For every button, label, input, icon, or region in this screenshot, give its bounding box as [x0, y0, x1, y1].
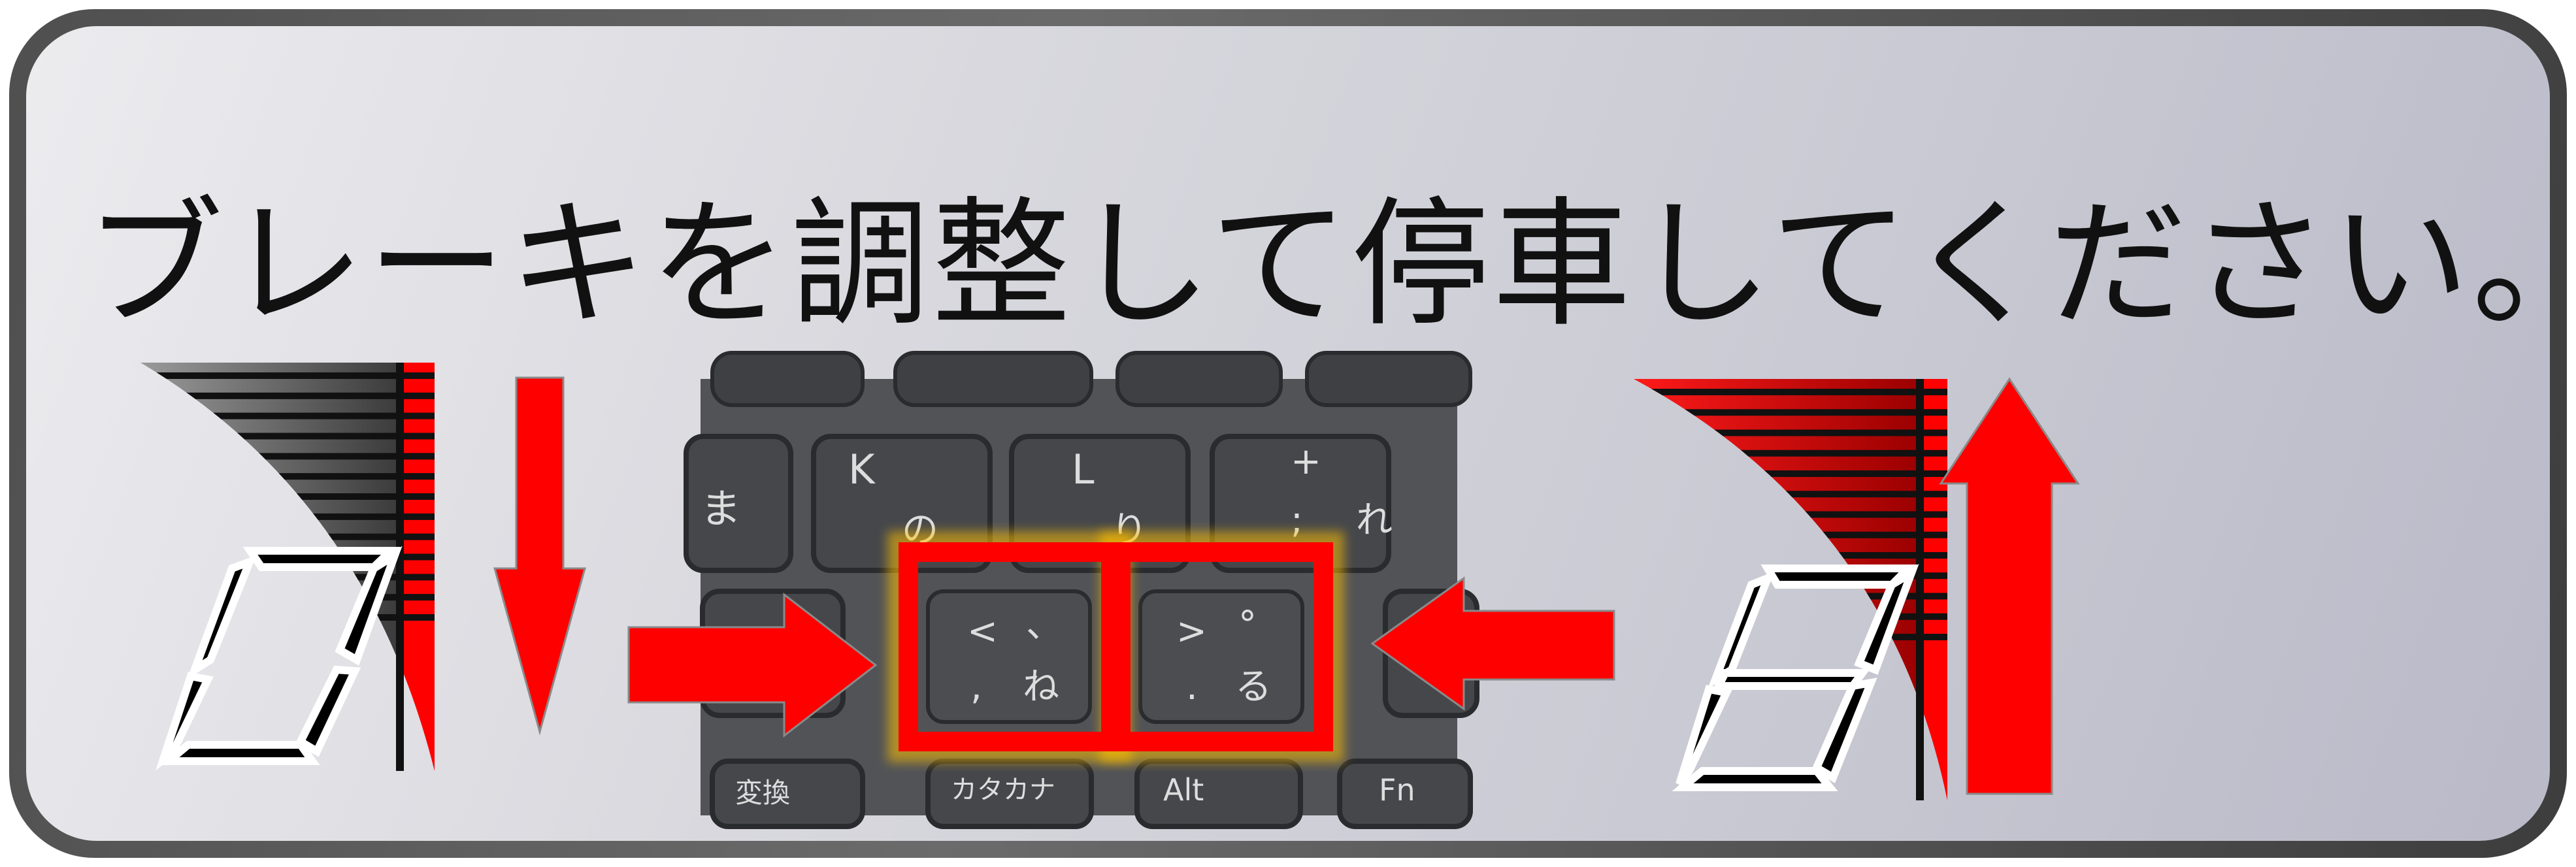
- key-ma-label: ま: [701, 485, 741, 532]
- key-l-label: L: [1072, 446, 1095, 493]
- key-fn-label: Fn: [1379, 772, 1415, 808]
- period-key[interactable]: > ° . る: [1138, 589, 1304, 724]
- comma-key-bottom-kana: ね: [1023, 666, 1059, 708]
- period-key-bottom-kana: る: [1235, 666, 1272, 708]
- keyboard-row-3: 変換 カタカナ Alt Fn: [710, 759, 1473, 829]
- comma-key-top: <: [967, 610, 998, 653]
- period-key-top: >: [1176, 610, 1207, 653]
- period-key-bottom: .: [1186, 666, 1198, 708]
- key-katakana-label: カタカナ: [951, 775, 1055, 805]
- key-plus-label: +: [1291, 440, 1321, 483]
- period-key-top-kana: °: [1238, 604, 1257, 646]
- right-gauge-axis: [1916, 379, 1924, 800]
- key-k-label: K: [848, 446, 876, 493]
- keyboard-photo: ま K の L り + ; れ < 、 , ね > ° . る 変換 カタカナ …: [684, 351, 1479, 829]
- comma-key[interactable]: < 、 , ね: [926, 589, 1092, 724]
- left-gauge-axis: [396, 363, 404, 771]
- right-brake-gauge: [1634, 377, 2080, 800]
- key-henkan-label: 変換: [735, 777, 790, 809]
- game-illustration: ま K の L り + ; れ < 、 , ね > ° . る 変換 カタカナ …: [140, 351, 2080, 829]
- key-alt-label: Alt: [1163, 772, 1204, 808]
- down-arrow-icon: [493, 376, 586, 736]
- comma-key-bottom: ,: [970, 666, 982, 708]
- up-arrow-icon: [1939, 377, 2080, 795]
- key-plus-kana: れ: [1356, 499, 1393, 542]
- left-brake-gauge: [140, 363, 586, 771]
- comma-key-top-kana: 、: [1026, 604, 1063, 646]
